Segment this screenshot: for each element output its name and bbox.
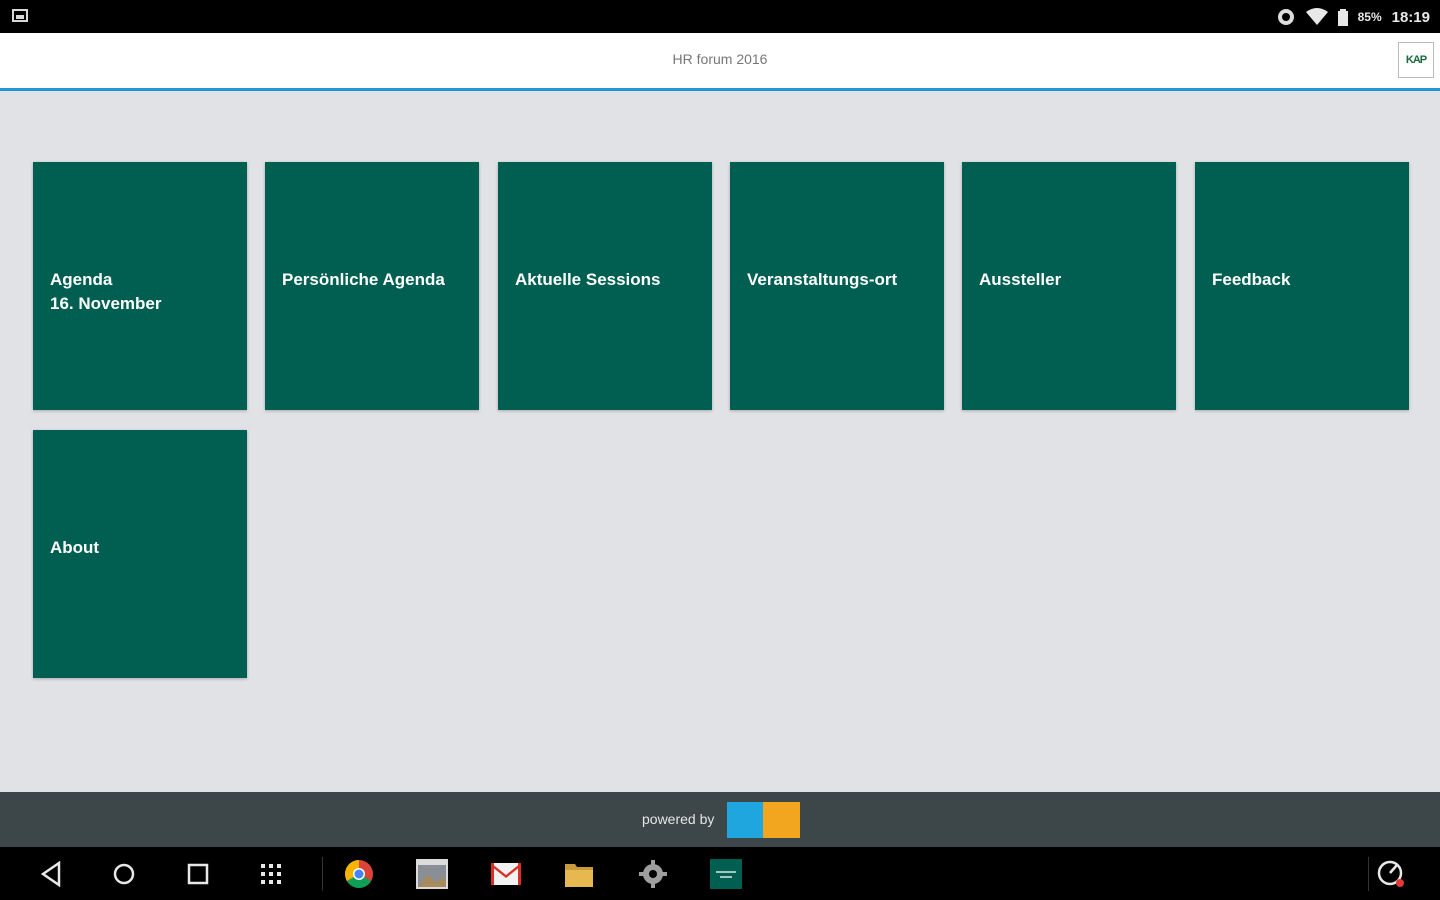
app-title: HR forum 2016 xyxy=(672,51,768,67)
tile-agenda[interactable]: Agenda 16. November xyxy=(33,162,247,410)
tile-about[interactable]: About xyxy=(33,430,247,678)
settings-icon[interactable] xyxy=(636,857,670,891)
tile-exhibitors-label: Aussteller xyxy=(979,270,1062,289)
clock: 18:19 xyxy=(1391,8,1430,26)
gallery-icon[interactable] xyxy=(415,857,449,891)
status-right: 85% 18:19 xyxy=(1276,6,1430,28)
battery-icon xyxy=(1337,8,1348,26)
tile-about-label: About xyxy=(50,538,100,557)
tile-current-sessions-label: Aktuelle Sessions xyxy=(515,270,661,289)
back-icon[interactable] xyxy=(34,857,68,891)
nav-divider xyxy=(322,857,323,891)
tile-personal-agenda[interactable]: Persönliche Agenda xyxy=(265,162,479,410)
wifi-icon xyxy=(1305,8,1328,25)
app-header: HR forum 2016 KAP xyxy=(0,33,1440,91)
provider-logo-orange[interactable] xyxy=(763,802,800,838)
tile-feedback-label: Feedback xyxy=(1212,270,1291,289)
system-nav-bar xyxy=(0,847,1440,900)
screenshot-notification-icon xyxy=(12,9,28,22)
home-icon[interactable] xyxy=(107,857,141,891)
hr-forum-app-icon[interactable] xyxy=(709,857,743,891)
tile-agenda-label: Agenda 16. November xyxy=(50,270,162,313)
nav-divider-right xyxy=(1368,857,1369,891)
tile-feedback[interactable]: Feedback xyxy=(1195,162,1409,410)
tile-venue[interactable]: Veranstaltungs-ort xyxy=(730,162,944,410)
chrome-icon[interactable] xyxy=(342,857,376,891)
gmail-icon[interactable] xyxy=(489,857,523,891)
battery-percent: 85% xyxy=(1357,10,1382,24)
speed-icon[interactable] xyxy=(1374,857,1408,891)
sync-icon xyxy=(1277,9,1294,25)
tile-exhibitors[interactable]: Aussteller xyxy=(962,162,1176,410)
tile-venue-label: Veranstaltungs-ort xyxy=(747,270,898,289)
tile-personal-agenda-label: Persönliche Agenda xyxy=(282,270,445,289)
tile-current-sessions[interactable]: Aktuelle Sessions xyxy=(498,162,712,410)
powered-by-text: powered by xyxy=(642,811,715,827)
footer: powered by xyxy=(0,792,1440,847)
kap-logo-text: KAP xyxy=(1405,54,1427,66)
recents-icon[interactable] xyxy=(181,857,215,891)
status-bar: 85% 18:19 xyxy=(0,0,1440,33)
app-drawer-icon[interactable] xyxy=(254,857,288,891)
kap-logo[interactable]: KAP xyxy=(1398,42,1434,78)
files-icon[interactable] xyxy=(562,857,596,891)
provider-logo-blue[interactable] xyxy=(727,802,763,838)
